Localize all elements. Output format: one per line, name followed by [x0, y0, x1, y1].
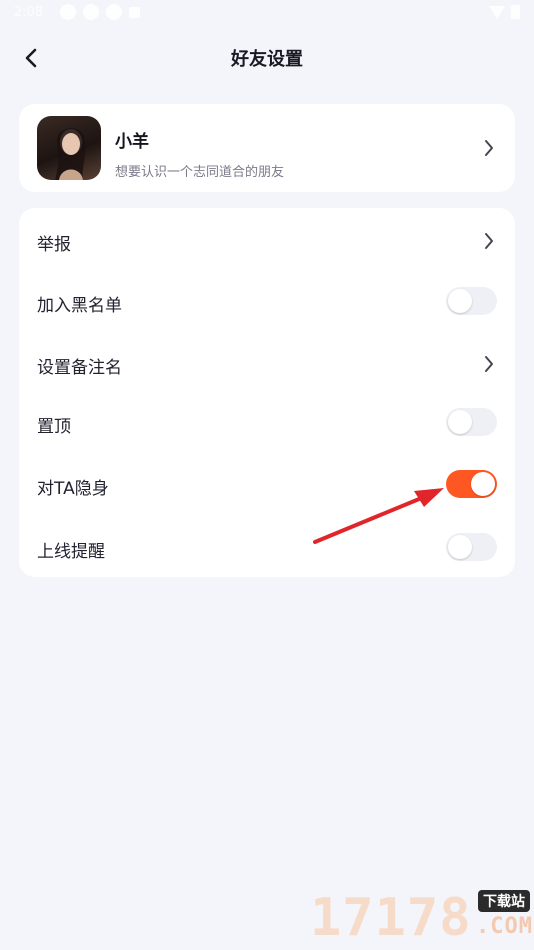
online-reminder-toggle[interactable]: [446, 533, 497, 561]
toggle-knob: [448, 535, 472, 559]
watermark-suffix: .COM: [476, 914, 533, 939]
settings-row-label: 对TA隐身: [37, 479, 109, 499]
settings-row-pin-top: 置顶: [19, 392, 515, 452]
wifi-icon: [489, 5, 505, 19]
settings-row-label: 举报: [37, 235, 71, 255]
settings-row-blacklist: 加入黑名单: [19, 271, 515, 331]
notification-icon: [129, 7, 140, 18]
chevron-right-icon: [485, 140, 493, 156]
watermark-digits: 17178: [310, 888, 472, 948]
settings-row-invisible-to-ta: 对TA隐身: [19, 454, 515, 514]
battery-icon: [511, 5, 520, 19]
blacklist-toggle[interactable]: [446, 287, 497, 315]
page-title: 好友设置: [231, 49, 303, 70]
settings-row-label: 上线提醒: [37, 542, 105, 562]
settings-row-label: 设置备注名: [37, 358, 122, 378]
notification-icon: [60, 4, 76, 20]
chevron-right-icon: [485, 233, 493, 249]
notification-icon: [106, 4, 122, 20]
friend-profile-card[interactable]: 小羊 想要认识一个志同道合的朋友: [19, 104, 515, 192]
toggle-knob: [448, 289, 472, 313]
settings-row-online-reminder: 上线提醒: [19, 517, 515, 577]
settings-list: 举报 加入黑名单 设置备注名 置顶 对TA隐身 上线提醒: [19, 208, 515, 577]
nav-bar: 好友设置: [0, 32, 534, 84]
friend-signature: 想要认识一个志同道合的朋友: [115, 165, 285, 180]
settings-row-label: 置顶: [37, 417, 71, 437]
pin-top-toggle[interactable]: [446, 408, 497, 436]
settings-row-report[interactable]: 举报: [19, 210, 515, 270]
notification-icons: [60, 4, 140, 20]
status-time: 2:08: [14, 5, 44, 20]
watermark-badge: 下载站: [478, 890, 530, 912]
settings-row-remark-name[interactable]: 设置备注名: [19, 333, 515, 393]
toggle-knob: [471, 472, 495, 496]
system-icons: [489, 5, 520, 19]
avatar-image: [55, 128, 86, 180]
status-bar: 2:08: [0, 0, 534, 26]
friend-name: 小羊: [115, 132, 149, 152]
settings-row-label: 加入黑名单: [37, 296, 122, 316]
notification-icon: [83, 4, 99, 20]
avatar: [37, 116, 101, 180]
invisible-toggle[interactable]: [446, 470, 497, 498]
chevron-right-icon: [485, 356, 493, 372]
site-watermark: 17178 下载站 .COM: [310, 888, 534, 950]
toggle-knob: [448, 410, 472, 434]
